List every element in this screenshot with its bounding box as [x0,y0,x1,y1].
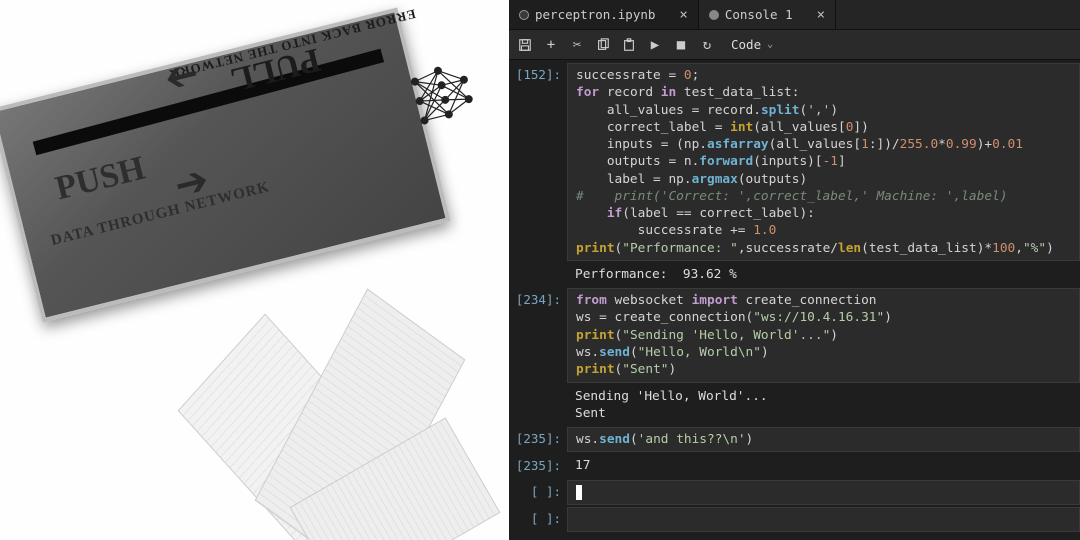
notebook-area[interactable]: [152]:successrate = 0; for record in tes… [509,60,1080,540]
tab-console[interactable]: Console 1 × [699,0,836,29]
cell-body[interactable] [567,507,1080,532]
output-cell: [235]:17 [509,453,1080,478]
ide-pane: perceptron.ipynb × Console 1 × + ✂ ▶ ■ ↻ Co… [509,0,1080,540]
tab-label: perceptron.ipynb [535,7,655,22]
code-cell[interactable]: [234]:from websocket import create_conne… [509,287,1080,383]
cell-type-label: Code [731,37,761,52]
add-cell-icon[interactable]: + [543,37,559,53]
toolbar: + ✂ ▶ ■ ↻ Code ⌄ [509,30,1080,60]
cell-prompt: [235]: [509,454,567,477]
restart-icon[interactable]: ↻ [699,37,715,53]
stop-icon[interactable]: ■ [673,37,689,53]
cell-body: 17 [567,454,1080,477]
save-icon[interactable] [517,37,533,53]
cell-prompt [509,263,567,286]
cell-type-dropdown[interactable]: Code ⌄ [725,35,779,54]
cell-prompt: [235]: [509,427,567,452]
code-cell[interactable]: [235]:ws.send('and this??\n') [509,426,1080,453]
left-photo-pane: PUSH DATA THROUGH NETWORK PULL ERROR BAC… [0,0,509,540]
output-cell: Performance: 93.62 % [509,262,1080,287]
output-cell: Sending 'Hello, World'... Sent [509,384,1080,427]
code-cell[interactable]: [152]:successrate = 0; for record in tes… [509,62,1080,262]
copy-icon[interactable] [595,37,611,53]
tab-notebook[interactable]: perceptron.ipynb × [509,0,699,29]
notebook-file-icon [519,10,529,20]
cell-body: Sending 'Hello, World'... Sent [567,385,1080,426]
tab-bar: perceptron.ipynb × Console 1 × [509,0,1080,30]
cell-body: Performance: 93.62 % [567,263,1080,286]
cell-body[interactable]: ws.send('and this??\n') [567,427,1080,452]
cell-body[interactable]: from websocket import create_connection … [567,288,1080,382]
code-cell[interactable]: [ ]: [509,506,1080,533]
paste-icon[interactable] [621,37,637,53]
chevron-down-icon: ⌄ [767,39,773,50]
code-cell[interactable]: [ ]: [509,479,1080,506]
close-icon[interactable]: × [679,7,687,23]
text-cursor [576,485,582,500]
console-icon [709,10,719,20]
cell-prompt: [ ]: [509,507,567,532]
cell-prompt [509,385,567,426]
tab-label: Console 1 [725,7,793,22]
run-icon[interactable]: ▶ [647,37,663,53]
close-icon[interactable]: × [817,7,825,23]
cell-body[interactable]: successrate = 0; for record in test_data… [567,63,1080,261]
cell-prompt: [234]: [509,288,567,382]
cell-body[interactable] [567,480,1080,505]
cell-prompt: [152]: [509,63,567,261]
cell-prompt: [ ]: [509,480,567,505]
cut-icon[interactable]: ✂ [569,37,585,53]
